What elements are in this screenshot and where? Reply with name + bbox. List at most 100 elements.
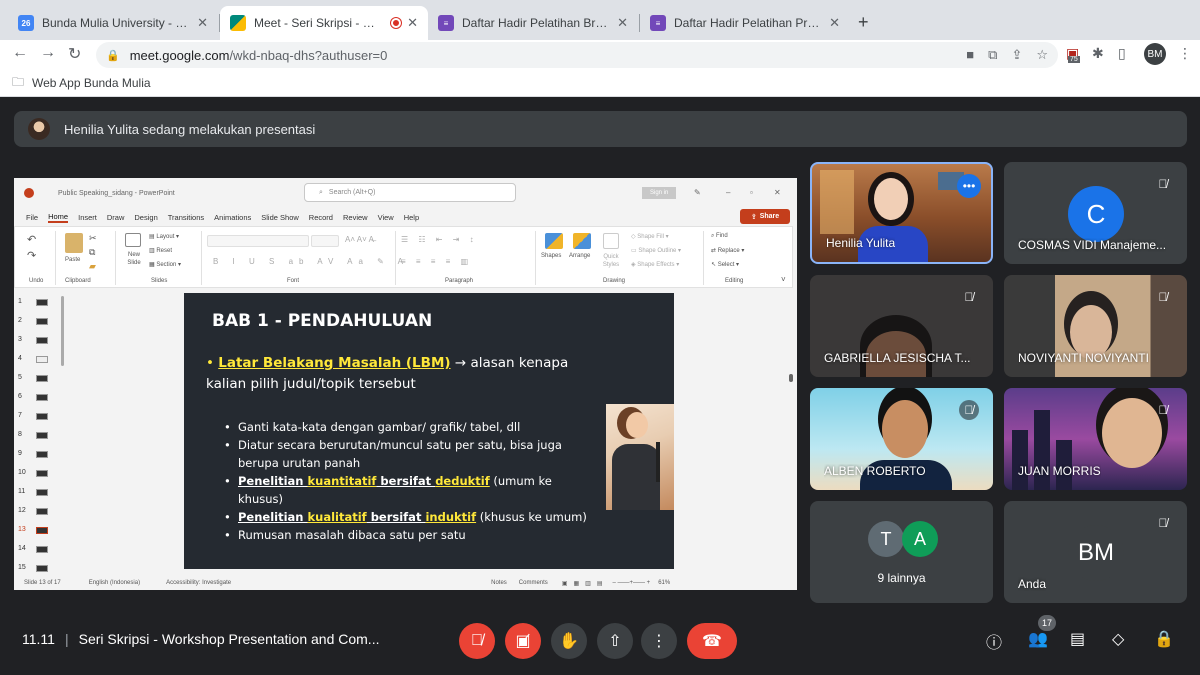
mic-off-icon: 🎙̸ [1158, 290, 1168, 304]
close-icon[interactable]: ✕ [407, 15, 418, 31]
mic-off-icon: 🎙̸ [1158, 177, 1168, 191]
bookmarks-bar: 🗀 Web App Bunda Mulia [0, 70, 1200, 97]
participant-name: COSMAS VIDI Manajeme... [1018, 238, 1167, 252]
reload-icon[interactable]: ↻ [68, 44, 81, 64]
puzzle-icon[interactable]: ✱ [1092, 45, 1104, 62]
thumbnail-scrollbar [61, 296, 64, 366]
group-paragraph: Paragraph [445, 278, 474, 284]
participant-avatar: C [1068, 186, 1124, 242]
menu-help: Help [403, 212, 420, 222]
status-accessibility: Accessibility: Investigate [166, 580, 232, 586]
close-icon[interactable]: ✕ [197, 15, 208, 31]
menu-transitions: Transitions [167, 212, 205, 222]
hand-icon: ✋ [559, 633, 579, 650]
shape-fill-item: ◇ Shape Fill ▾ [631, 234, 669, 240]
info-icon[interactable]: ⓘ [986, 629, 1002, 653]
meet-control-bar: 11.11 | Seri Skripsi - Workshop Presentati… [0, 610, 1200, 675]
ppt-ribbon: ↶ ↷ Undo Paste ✂ ⧉ ▰ Clipboard New Slide… [14, 226, 793, 288]
recording-icon [391, 18, 402, 28]
self-tile[interactable]: 🎙̸ BM Anda [1004, 501, 1187, 603]
camera-toggle-button[interactable]: ▣̸ [505, 623, 541, 659]
menu-design: Design [134, 212, 158, 222]
close-icon[interactable]: ✕ [617, 15, 628, 31]
more-participants-tile[interactable]: T A 9 lainnya [810, 501, 993, 603]
slide-bullet: Penelitian kualitatif bersifat induktif … [224, 508, 594, 526]
slide-thumb-current: 13 [14, 522, 69, 540]
tab-meet[interactable]: Meet - Seri Skripsi - Works ✕ [220, 6, 428, 40]
tab-forms-brevet[interactable]: ≡ Daftar Hadir Pelatihan Brevet A ✕ [428, 6, 638, 40]
participant-avatar: A [902, 521, 938, 557]
minimize-icon: – [726, 188, 731, 197]
profile-avatar[interactable]: BM [1144, 43, 1166, 65]
address-bar[interactable]: 🔒 meet.google.com/wkd-nbaq-dhs?authuser=… [96, 42, 1058, 68]
participant-tile[interactable]: 🎙̸ C COSMAS VIDI Manajeme... [1004, 162, 1187, 264]
bookmark-item[interactable]: Web App Bunda Mulia [32, 76, 151, 90]
camera-icon[interactable]: ■ [966, 47, 974, 63]
menu-review: Review [342, 212, 368, 222]
people-count-badge: 17 [1038, 615, 1056, 631]
leave-call-button[interactable]: ☎ [687, 623, 737, 659]
more-options-icon[interactable]: ••• [957, 174, 981, 198]
slide-scrollbar [789, 374, 793, 382]
activities-icon[interactable]: ◇ [1112, 629, 1124, 649]
quick-styles-label: Quick Styles [602, 254, 620, 268]
meet-icon [230, 15, 246, 31]
ppt-share: ⇪ Share [740, 209, 790, 224]
menu-icon[interactable]: ⋮ [1178, 45, 1192, 62]
folder-icon: 🗀 [12, 74, 25, 89]
people-icon[interactable]: 👥 [1028, 629, 1048, 649]
extension-badge: 75 [1068, 56, 1080, 63]
list-icons: ☰ ☷ ⇤ ⇥ ↕ [401, 235, 478, 244]
translate-icon[interactable]: ⧉ [988, 47, 997, 63]
mic-off-icon: 🎙̸ [959, 400, 979, 420]
participant-tile[interactable]: 🎙̸ JUAN MORRIS [1004, 388, 1187, 490]
group-font: Font [287, 278, 300, 284]
menu-file: File [26, 212, 39, 222]
forms-icon: ≡ [438, 15, 454, 31]
status-notes: Notes [491, 580, 507, 586]
bookmark-star-icon[interactable]: ☆ [1036, 47, 1048, 63]
meeting-info: 11.11 | Seri Skripsi - Workshop Presentati… [22, 631, 380, 647]
pen-icon: ✎ [694, 188, 701, 197]
menu-insert: Insert [78, 212, 97, 222]
raise-hand-button[interactable]: ✋ [551, 623, 587, 659]
status-comments: Comments [518, 580, 548, 586]
participant-tile-presenter[interactable]: ••• Henilia Yulita [810, 162, 993, 264]
presenting-banner: Henilia Yulita sedang melakukan presenta… [14, 111, 1187, 147]
participant-name: NOVIYANTI NOVIYANTI [1018, 351, 1149, 365]
status-zoom: 61% [658, 580, 671, 586]
navigation-bar: ← → ↻ 🔒 meet.google.com/wkd-nbaq-dhs?aut… [0, 40, 1200, 70]
close-icon[interactable]: ✕ [829, 15, 840, 31]
side-panel-icon[interactable]: ▯ [1118, 45, 1126, 62]
host-controls-icon[interactable]: 🔒 [1154, 629, 1174, 649]
forward-icon[interactable]: → [40, 44, 56, 62]
tab-title: Daftar Hadir Pelatihan Present [674, 16, 824, 30]
share-icon[interactable]: ⇪ [1011, 47, 1022, 63]
new-slide-icon [125, 233, 141, 247]
slide-thumb: 8 [14, 427, 69, 445]
participant-tile[interactable]: 🎙̸ GABRIELLA JESISCHA T... [810, 275, 993, 377]
new-tab-button[interactable]: + [858, 12, 869, 33]
more-options-button[interactable]: ⋮ [641, 623, 677, 659]
chat-icon[interactable]: ▤ [1070, 629, 1085, 649]
present-button[interactable]: ⇧ [597, 623, 633, 659]
slide-thumb: 7 [14, 408, 69, 426]
tab-forms-present[interactable]: ≡ Daftar Hadir Pelatihan Present ✕ [640, 6, 850, 40]
menu-draw: Draw [106, 212, 125, 222]
participant-tile[interactable]: 🎙̸ ALBEN ROBERTO [810, 388, 993, 490]
more-vert-icon: ⋮ [651, 633, 667, 650]
select-item: ↖ Select ▾ [711, 262, 740, 268]
group-slides: Slides [151, 278, 168, 284]
ppt-menu: File Home Insert Draw Design Transitions… [14, 208, 797, 226]
slide-canvas: BAB 1 - PENDAHULUAN • Latar Belakang Mas… [184, 293, 674, 569]
quick-styles-icon [603, 233, 619, 249]
back-icon[interactable]: ← [12, 44, 28, 62]
participant-name: GABRIELLA JESISCHA T... [824, 351, 971, 365]
menu-home: Home [48, 211, 69, 223]
participant-tile[interactable]: 🎙̸ NOVIYANTI NOVIYANTI [1004, 275, 1187, 377]
align-icons: ≡ ≡ ≡ ≡ ▥ [401, 257, 473, 266]
shape-outline-item: ▭ Shape Outline ▾ [631, 248, 682, 254]
url-text: meet.google.com/wkd-nbaq-dhs?authuser=0 [129, 47, 388, 63]
tab-calendar[interactable]: 26 Bunda Mulia University - Calen ✕ [8, 6, 218, 40]
mic-toggle-button[interactable]: 🎙̸ [459, 623, 495, 659]
